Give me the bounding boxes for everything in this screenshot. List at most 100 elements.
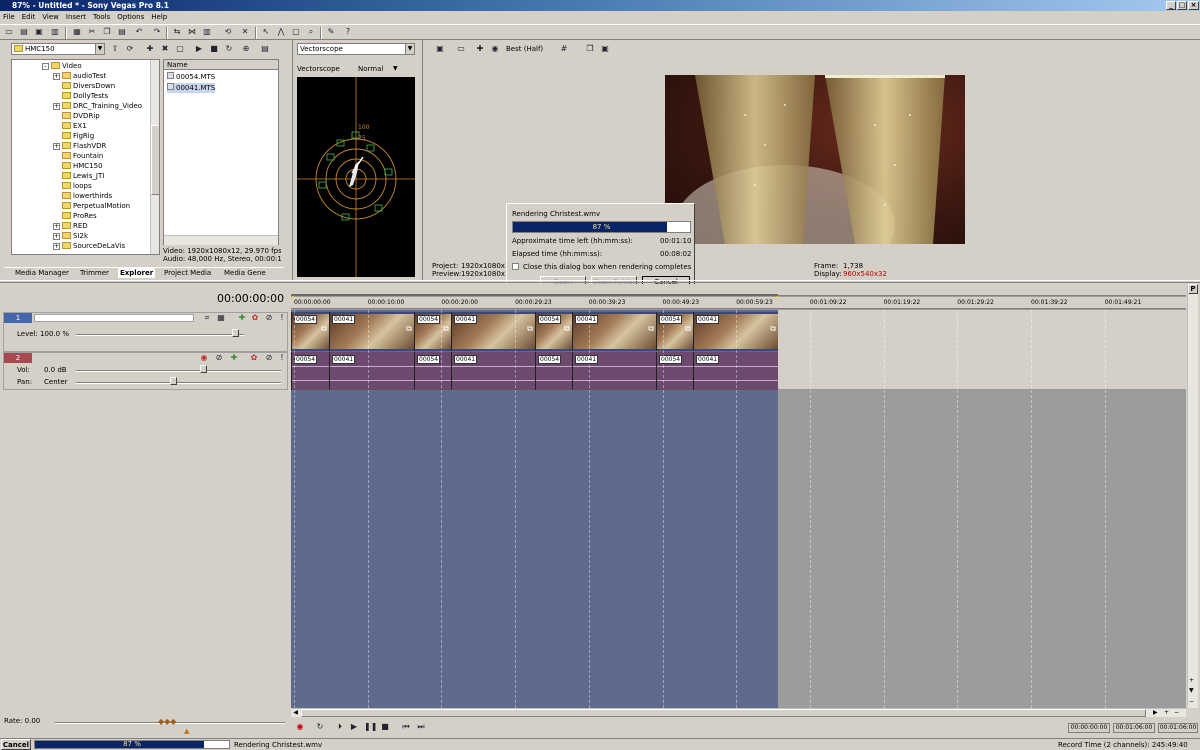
tree-folder-item[interactable]: EX1 <box>53 121 87 131</box>
video-track-header[interactable]: 1 ⌗ ▦ ✚ ✿ ⊘ ! Level: 100.0 % <box>3 312 288 352</box>
favorites-icon[interactable]: ⊕ <box>241 44 251 54</box>
audio-track-fx-icon[interactable]: ✿ <box>249 353 259 363</box>
views-icon[interactable]: ▤ <box>260 44 270 54</box>
volume-slider[interactable] <box>76 370 281 372</box>
tree-folder-item[interactable]: Fountain <box>53 151 103 161</box>
menu-help[interactable]: Help <box>151 13 167 21</box>
tree-folder-item[interactable]: PerpetualMotion <box>53 201 130 211</box>
clip-fx-icon[interactable]: ⧉ <box>648 324 654 334</box>
record-icon[interactable]: ◉ <box>295 722 305 732</box>
video-clip[interactable]: 00054 ⧉ <box>414 312 451 351</box>
file-list-hscroll[interactable] <box>164 235 278 245</box>
tree-folder-item[interactable]: + DRC_Training_Video <box>53 101 142 111</box>
expand-toggle-icon[interactable]: + <box>53 233 60 240</box>
cut-icon[interactable]: ✂ <box>87 27 97 37</box>
normal-edit-tool-icon[interactable]: ↖ <box>261 27 271 37</box>
new-icon[interactable]: ▭ <box>4 27 14 37</box>
zoom-in-icon[interactable]: + <box>1189 677 1194 684</box>
expand-toggle-icon[interactable]: + <box>53 243 60 250</box>
preview-properties-icon[interactable]: ▣ <box>435 44 445 54</box>
audio-solo-icon[interactable]: ! <box>277 353 287 363</box>
split-screen-icon[interactable]: ✚ <box>475 44 485 54</box>
video-clip[interactable]: 00054 ⧉ <box>291 312 329 351</box>
audio-fx-icon[interactable]: ✚ <box>229 353 239 363</box>
arm-record-icon[interactable]: ◉ <box>199 353 209 363</box>
add-to-project-icon[interactable]: ▢ <box>175 44 185 54</box>
close-on-complete-checkbox[interactable] <box>512 263 519 270</box>
whats-this-icon[interactable]: ? <box>343 27 353 37</box>
clip-fx-icon[interactable]: ⧉ <box>527 324 533 334</box>
tree-folder-item[interactable]: FigRig <box>53 131 94 141</box>
menu-file[interactable]: File <box>3 13 15 21</box>
bypass-motion-blur-icon[interactable]: ▦ <box>216 313 226 323</box>
clip-fx-icon[interactable]: ⧉ <box>443 324 449 334</box>
pause-icon[interactable]: ❚❚ <box>364 722 377 732</box>
tab-media-generators[interactable]: Media Gene <box>224 268 266 278</box>
open-icon[interactable]: ▤ <box>19 27 29 37</box>
tree-folder-item[interactable]: lowerthirds <box>53 191 112 201</box>
clip-fx-icon[interactable]: ⧉ <box>406 324 412 334</box>
zoom-out-icon[interactable]: − <box>1189 698 1194 705</box>
tab-project-media[interactable]: Project Media <box>164 268 211 278</box>
status-cancel-button[interactable]: Cancel <box>1 739 31 750</box>
rate-slider-knob[interactable]: ◆◆◆ <box>158 717 176 726</box>
close-button[interactable]: × <box>1188 1 1199 10</box>
video-clip[interactable]: 00041 ⧉ <box>451 312 535 351</box>
selection-end-field[interactable]: 00:01:06:00 <box>1113 723 1155 733</box>
expand-toggle-icon[interactable]: + <box>53 143 60 150</box>
menu-tools[interactable]: Tools <box>93 13 110 21</box>
panel-splitter[interactable] <box>0 280 1200 283</box>
hscroll-thumb[interactable] <box>301 709 1146 717</box>
file-item[interactable]: 00054.MTS <box>167 72 215 82</box>
maximize-button[interactable]: □ <box>1177 1 1187 10</box>
marker-bar[interactable]: ▲ ▲ <box>291 284 1186 300</box>
copy-snapshot-icon[interactable]: ❐ <box>585 44 595 54</box>
scroll-left-icon[interactable]: ◀ <box>291 709 300 717</box>
preview-quality[interactable]: Best (Half) <box>506 45 543 53</box>
tree-scrollbar[interactable] <box>150 60 159 254</box>
loop-playback-icon[interactable]: ↻ <box>315 722 325 732</box>
overlays-icon[interactable]: # <box>559 44 569 54</box>
tree-folder-item[interactable]: DollyTests <box>53 91 108 101</box>
stop-icon[interactable]: ■ <box>380 722 390 732</box>
video-clip[interactable]: 00054 ⧉ <box>535 312 572 351</box>
ignore-grouping-icon[interactable]: ⟲ <box>223 27 233 37</box>
composite-mode-icon[interactable]: ✚ <box>237 313 247 323</box>
expand-toggle-icon[interactable]: - <box>42 63 49 70</box>
minimize-button[interactable]: _ <box>1166 1 1176 10</box>
properties-icon[interactable]: ▦ <box>72 27 82 37</box>
level-slider-knob[interactable] <box>232 329 239 337</box>
tree-folder-item[interactable]: HMC150 <box>53 161 103 171</box>
auto-crossfade-icon[interactable]: ✕ <box>240 27 250 37</box>
clip-fx-icon[interactable]: ⧉ <box>770 324 776 334</box>
menu-edit[interactable]: Edit <box>22 13 36 21</box>
timeline-hscroll[interactable]: ◀ ▶ + − <box>291 708 1186 717</box>
tree-folder-item[interactable]: + SI2k <box>53 231 88 241</box>
clip-fx-icon[interactable]: ⧉ <box>564 324 570 334</box>
time-ruler[interactable]: 00:00:00:00 00:00:10:00 00:00:20:00 00:00:2… <box>291 297 1186 309</box>
selection-start-field[interactable]: 00:00:00:00 <box>1068 723 1110 733</box>
tree-folder-item[interactable]: + FlashVDR <box>53 141 106 151</box>
zoom-out-h-icon[interactable]: − <box>1174 709 1179 716</box>
menu-view[interactable]: View <box>42 13 59 21</box>
tree-folder-item[interactable]: loops <box>53 181 92 191</box>
play-icon[interactable]: ▶ <box>349 722 359 732</box>
track-motion-icon[interactable]: ⌗ <box>202 313 212 323</box>
copy-icon[interactable]: ❐ <box>102 27 112 37</box>
tab-trimmer[interactable]: Trimmer <box>80 268 109 278</box>
mute-icon[interactable]: ⊘ <box>264 313 274 323</box>
selection-length-field[interactable]: 00:01:06:00 <box>1158 723 1198 733</box>
expand-toggle-icon[interactable]: + <box>53 223 60 230</box>
video-fx-icon[interactable]: ◉ <box>490 44 500 54</box>
audio-clip[interactable]: 00041 <box>451 352 535 390</box>
tree-folder-item[interactable]: + SourceDeLaVis <box>53 241 125 251</box>
envelope-tool-icon[interactable]: ⋀ <box>276 27 286 37</box>
selection-tool-icon[interactable]: ▢ <box>291 27 301 37</box>
lock-envelopes-icon[interactable]: ▥ <box>202 27 212 37</box>
level-slider[interactable] <box>76 334 244 336</box>
scope-mode[interactable]: Normal <box>358 65 383 73</box>
audio-clip[interactable]: 00041 <box>572 352 656 390</box>
video-track-name-field[interactable] <box>34 314 194 322</box>
pan-slider[interactable] <box>76 382 281 384</box>
tab-media-manager[interactable]: Media Manager <box>15 268 69 278</box>
